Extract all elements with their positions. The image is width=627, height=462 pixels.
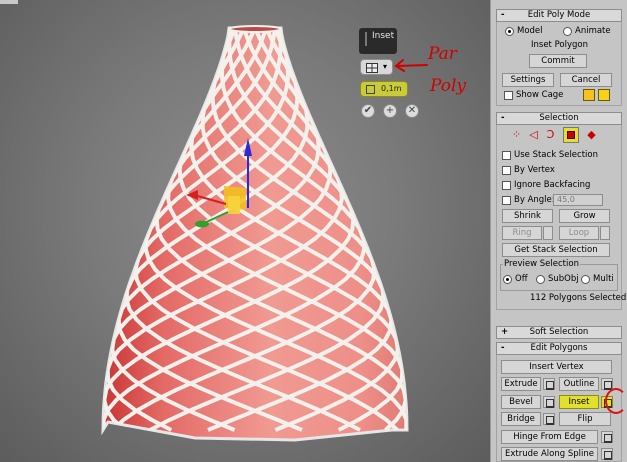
inset-amount-value: 0,1m xyxy=(381,84,402,93)
gizmo-plane-handle[interactable] xyxy=(228,196,240,214)
settings-button[interactable]: Settings xyxy=(502,73,554,87)
ignore-backfacing-label: Ignore Backfacing xyxy=(514,180,591,190)
vertex-icon[interactable]: ⁘ xyxy=(509,128,524,143)
insert-vertex-button[interactable]: Insert Vertex xyxy=(501,360,612,374)
by-vertex-checkbox[interactable] xyxy=(502,166,511,175)
grid-icon xyxy=(366,63,378,73)
annotation-line-2: Poly xyxy=(430,76,467,96)
collapse-icon: - xyxy=(501,113,505,123)
soft-selection-rollout[interactable]: + Soft Selection xyxy=(496,326,622,339)
preview-subobj-radio[interactable] xyxy=(536,275,545,284)
x-icon: ✕ xyxy=(407,105,417,116)
edge-icon[interactable]: ◁ xyxy=(526,128,541,143)
mesh-top-rim xyxy=(228,25,282,33)
flip-button[interactable]: Flip xyxy=(559,412,611,426)
ok-button[interactable]: ✔ xyxy=(361,104,375,118)
preview-off-label: Off xyxy=(515,274,528,284)
bevel-settings-icon[interactable] xyxy=(543,396,555,408)
caddy-title[interactable]: Inset xyxy=(359,28,397,54)
cancel-caddy-button[interactable]: ✕ xyxy=(405,104,419,118)
extrude-settings-icon[interactable] xyxy=(543,378,555,390)
shrink-button[interactable]: Shrink xyxy=(502,209,553,223)
rollout-title: Selection xyxy=(539,113,579,123)
extrude-along-spline-button[interactable]: Extrude Along Spline xyxy=(501,447,598,461)
check-icon: ✔ xyxy=(363,105,373,116)
ring-spinner[interactable] xyxy=(543,226,553,240)
show-cage-label: Show Cage xyxy=(516,90,564,100)
extrude-button[interactable]: Extrude xyxy=(501,377,541,391)
animate-radio[interactable] xyxy=(563,27,572,36)
inset-type-dropdown[interactable]: ▾ xyxy=(360,59,393,75)
preview-off-radio[interactable] xyxy=(503,275,512,284)
preview-multi-radio[interactable] xyxy=(581,275,590,284)
commit-button[interactable]: Commit xyxy=(529,54,587,68)
by-vertex-label: By Vertex xyxy=(514,165,555,175)
use-stack-label: Use Stack Selection xyxy=(514,150,598,160)
grow-button[interactable]: Grow xyxy=(559,209,610,223)
amount-icon xyxy=(366,85,375,94)
apply-button[interactable]: + xyxy=(383,104,397,118)
viewport[interactable]: Inset ▾ 0,1m ✔ + ✕ Par Poly xyxy=(0,0,490,462)
polygon-icon[interactable] xyxy=(563,127,579,143)
collapse-icon: - xyxy=(501,10,505,20)
hinge-settings-icon[interactable] xyxy=(601,431,613,443)
annotation-line-1: Par xyxy=(428,44,457,64)
ignore-backfacing-checkbox[interactable] xyxy=(502,181,511,190)
collapse-icon: - xyxy=(501,343,505,353)
cage-color-swatch-1[interactable] xyxy=(583,89,595,101)
edit-poly-mode-rollout[interactable]: - Edit Poly Mode xyxy=(496,9,622,22)
current-operation: Inset Polygon xyxy=(531,40,588,50)
expand-icon: + xyxy=(501,327,509,337)
extrude-spline-settings-icon[interactable] xyxy=(601,448,613,460)
inset-button[interactable]: Inset xyxy=(559,395,599,409)
by-angle-checkbox[interactable] xyxy=(502,196,511,205)
show-cage-checkbox[interactable] xyxy=(504,91,513,100)
loop-spinner[interactable] xyxy=(600,226,610,240)
bevel-button[interactable]: Bevel xyxy=(501,395,541,409)
selection-status: 112 Polygons Selected xyxy=(530,293,627,303)
preview-multi-label: Multi xyxy=(593,274,614,284)
polygon-swatch xyxy=(567,131,575,139)
model-label: Model xyxy=(517,26,543,36)
rollout-title: Soft Selection xyxy=(529,327,589,337)
loop-button[interactable]: Loop xyxy=(559,226,599,240)
caddy-grip[interactable] xyxy=(365,32,367,46)
edit-polygons-rollout[interactable]: - Edit Polygons xyxy=(496,342,622,355)
chevron-down-icon: ▾ xyxy=(383,62,388,71)
preview-selection-label: Preview Selection xyxy=(503,259,580,269)
rollout-title: Edit Poly Mode xyxy=(527,10,591,20)
use-stack-checkbox[interactable] xyxy=(502,151,511,160)
angle-spinner[interactable]: 45,0 xyxy=(553,194,603,206)
inset-amount-field[interactable]: 0,1m xyxy=(360,81,408,97)
inset-caddy: Inset ▾ 0,1m ✔ + ✕ xyxy=(359,28,419,118)
border-icon[interactable]: Ͻ xyxy=(543,128,558,143)
gizmo-y-arrow xyxy=(195,220,209,228)
outline-button[interactable]: Outline xyxy=(559,377,599,391)
caddy-title-label: Inset xyxy=(372,31,395,41)
preview-subobj-label: SubObj xyxy=(548,274,579,284)
element-icon[interactable]: ◆ xyxy=(584,128,599,143)
annotation-arrow xyxy=(394,59,428,72)
get-stack-selection-button[interactable]: Get Stack Selection xyxy=(502,243,610,257)
plus-icon: + xyxy=(385,105,395,116)
model-radio[interactable] xyxy=(505,27,514,36)
cage-color-swatch-2[interactable] xyxy=(598,89,610,101)
bridge-button[interactable]: Bridge xyxy=(501,412,541,426)
selection-rollout[interactable]: - Selection xyxy=(496,112,622,125)
annotation-circle xyxy=(605,388,627,414)
by-angle-label: By Angle: xyxy=(514,195,555,205)
bridge-settings-icon[interactable] xyxy=(543,413,555,425)
animate-label: Animate xyxy=(575,26,611,36)
hinge-from-edge-button[interactable]: Hinge From Edge xyxy=(501,430,598,444)
rollout-title: Edit Polygons xyxy=(530,343,588,353)
cancel-button[interactable]: Cancel xyxy=(560,73,612,87)
ring-button[interactable]: Ring xyxy=(502,226,542,240)
